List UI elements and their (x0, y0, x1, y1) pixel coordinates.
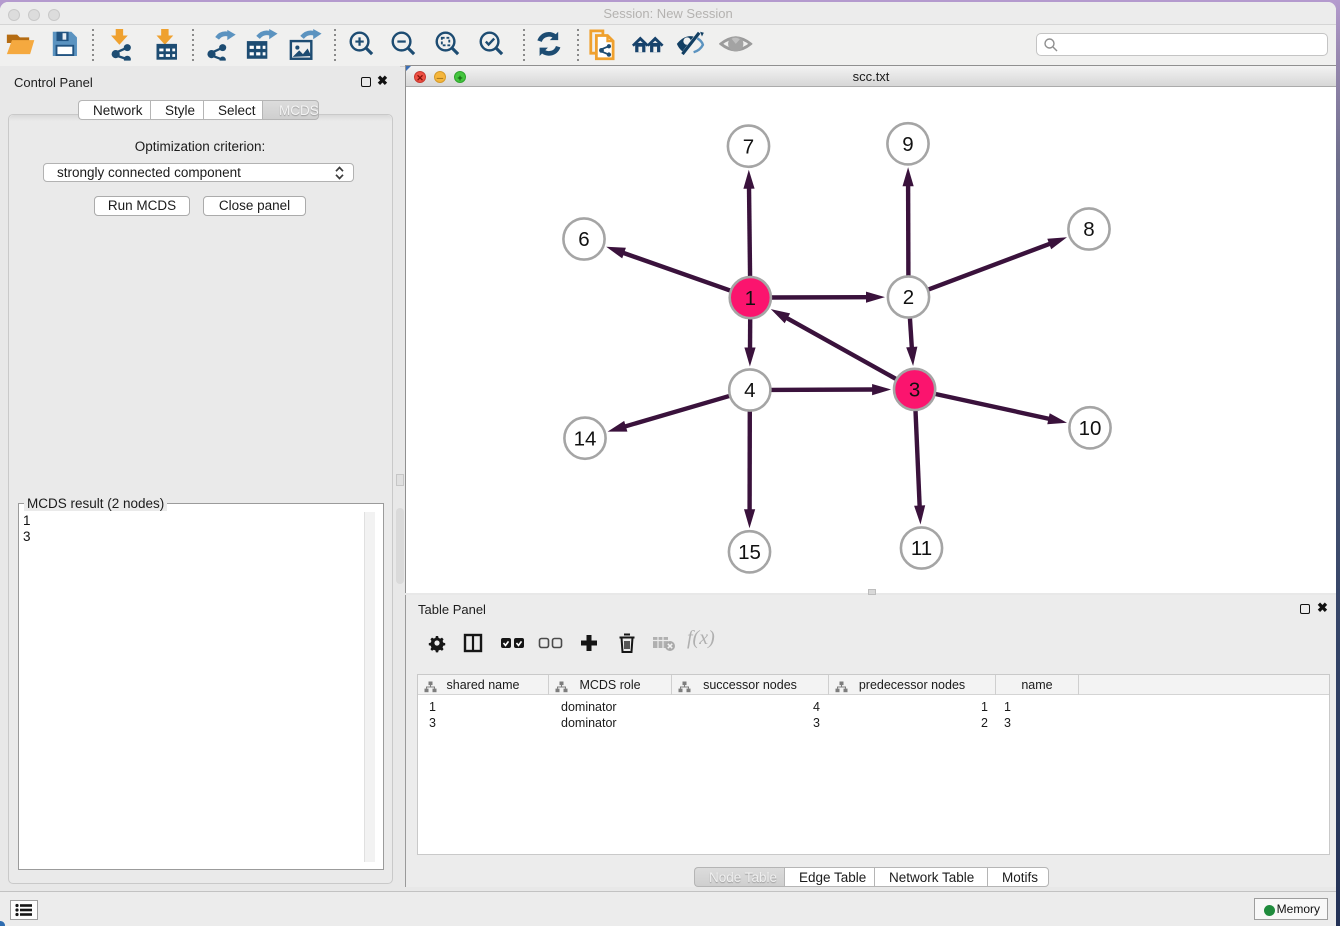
svg-text:2: 2 (903, 286, 914, 309)
svg-text:4: 4 (744, 379, 755, 402)
svg-text:10: 10 (1079, 417, 1102, 440)
svg-text:7: 7 (743, 135, 754, 158)
svg-text:3: 3 (909, 379, 920, 402)
svg-text:11: 11 (911, 537, 932, 560)
svg-text:1: 1 (745, 287, 756, 310)
svg-text:14: 14 (574, 427, 597, 450)
svg-text:9: 9 (902, 133, 913, 156)
svg-text:8: 8 (1083, 218, 1094, 241)
svg-text:6: 6 (578, 228, 589, 251)
svg-text:15: 15 (738, 541, 761, 564)
